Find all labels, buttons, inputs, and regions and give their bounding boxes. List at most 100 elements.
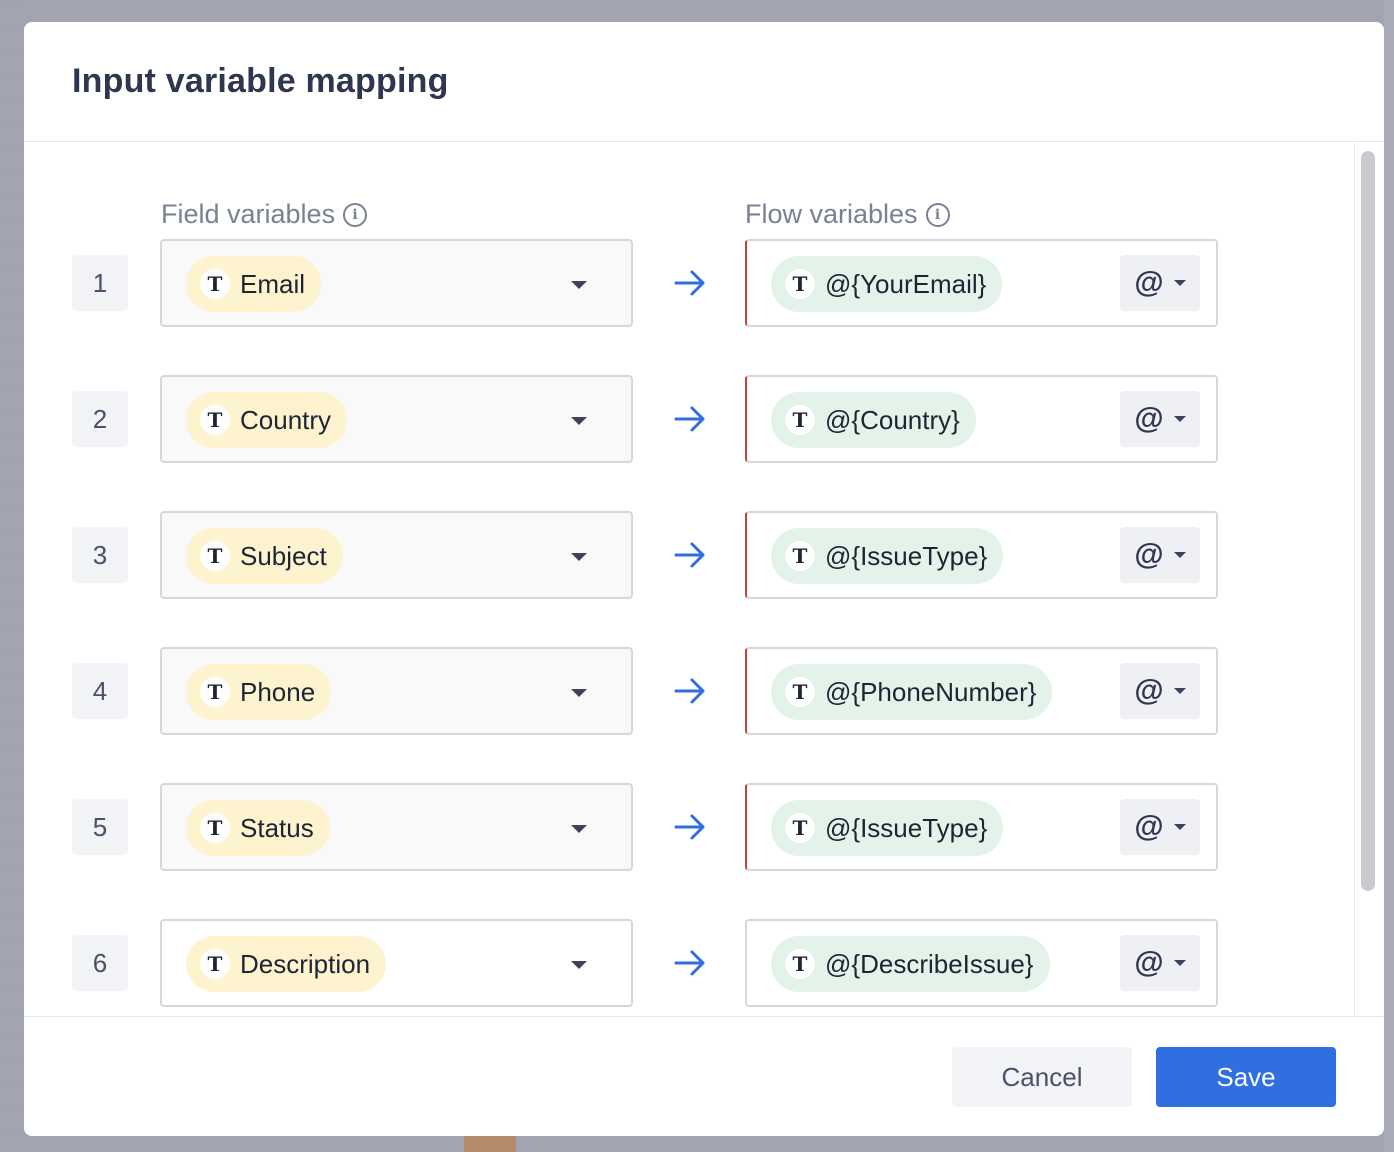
at-icon: @ bbox=[1134, 674, 1164, 707]
mapping-row-5: 5 T Status T @{IssueType} @ bbox=[24, 783, 1354, 871]
field-variable-label: Subject bbox=[240, 540, 327, 571]
background-node bbox=[464, 1136, 516, 1152]
text-type-icon: T bbox=[785, 269, 815, 299]
text-type-icon: T bbox=[200, 405, 230, 435]
mapping-row-2: 2 T Country T @{Country} @ bbox=[24, 375, 1354, 463]
dialog-header: Input variable mapping bbox=[24, 22, 1384, 142]
input-variable-mapping-dialog: Input variable mapping Field variables i… bbox=[24, 22, 1384, 1136]
field-variable-label: Description bbox=[240, 948, 371, 979]
field-variable-select[interactable]: T Country bbox=[160, 375, 633, 463]
field-variable-select[interactable]: T Email bbox=[160, 239, 633, 327]
field-variable-label: Country bbox=[240, 404, 332, 435]
row-number: 1 bbox=[72, 255, 128, 311]
arrow-right-icon bbox=[674, 678, 705, 704]
text-type-icon: T bbox=[200, 949, 230, 979]
field-variable-select[interactable]: T Status bbox=[160, 783, 633, 871]
flow-variables-header: Flow variables i bbox=[745, 199, 950, 230]
flow-variable-label: @{Country} bbox=[825, 404, 960, 435]
arrow-right-icon bbox=[674, 814, 705, 840]
flow-variable-input[interactable]: T @{Country} @ bbox=[745, 375, 1218, 463]
mapping-row-4: 4 T Phone T @{PhoneNumber} @ bbox=[24, 647, 1354, 735]
field-variable-chip: T Country bbox=[186, 392, 348, 448]
chevron-down-icon bbox=[1173, 416, 1186, 422]
flow-variable-input[interactable]: T @{PhoneNumber} @ bbox=[745, 647, 1218, 735]
field-variables-info-icon[interactable]: i bbox=[343, 202, 368, 227]
flow-variables-label: Flow variables bbox=[745, 199, 918, 229]
row-number: 3 bbox=[72, 527, 128, 583]
flow-variable-label: @{IssueType} bbox=[825, 812, 988, 843]
field-variable-label: Email bbox=[240, 268, 306, 299]
save-button[interactable]: Save bbox=[1156, 1047, 1336, 1107]
flow-variable-input[interactable]: T @{IssueType} @ bbox=[745, 783, 1218, 871]
flow-variable-chip: T @{YourEmail} bbox=[771, 256, 1003, 312]
field-variable-label: Status bbox=[240, 812, 314, 843]
field-variable-chip: T Description bbox=[186, 936, 387, 992]
chevron-down-icon bbox=[1173, 960, 1186, 966]
background-panel-edge bbox=[1384, 0, 1394, 1152]
text-type-icon: T bbox=[200, 541, 230, 571]
chevron-down-icon bbox=[1173, 824, 1186, 830]
chevron-down-icon[interactable] bbox=[571, 281, 587, 289]
flow-variable-chip: T @{Country} bbox=[771, 392, 976, 448]
insert-variable-button[interactable]: @ bbox=[1120, 391, 1200, 447]
text-type-icon: T bbox=[200, 269, 230, 299]
chevron-down-icon[interactable] bbox=[571, 417, 587, 425]
chevron-down-icon[interactable] bbox=[571, 825, 587, 833]
chevron-down-icon[interactable] bbox=[571, 961, 587, 969]
text-type-icon: T bbox=[785, 813, 815, 843]
dialog-body: Field variables i Flow variables i 1 T E… bbox=[24, 143, 1384, 1016]
mapping-row-6: 6 T Description T @{DescribeIssue} @ bbox=[24, 919, 1354, 1007]
at-icon: @ bbox=[1134, 810, 1164, 843]
field-variable-select[interactable]: T Phone bbox=[160, 647, 633, 735]
row-number: 2 bbox=[72, 391, 128, 447]
field-variable-chip: T Email bbox=[186, 256, 322, 312]
arrow-right-icon bbox=[674, 950, 705, 976]
flow-variable-label: @{YourEmail} bbox=[825, 268, 987, 299]
flow-variable-label: @{IssueType} bbox=[825, 540, 988, 571]
field-variable-chip: T Subject bbox=[186, 528, 343, 584]
flow-variable-chip: T @{PhoneNumber} bbox=[771, 664, 1053, 720]
at-icon: @ bbox=[1134, 946, 1164, 979]
insert-variable-button[interactable]: @ bbox=[1120, 527, 1200, 583]
flow-variable-input[interactable]: T @{YourEmail} @ bbox=[745, 239, 1218, 327]
scrollbar-thumb[interactable] bbox=[1361, 151, 1375, 891]
chevron-down-icon bbox=[1173, 688, 1186, 694]
field-variable-chip: T Status bbox=[186, 800, 330, 856]
flow-variable-chip: T @{IssueType} bbox=[771, 528, 1004, 584]
field-variables-label: Field variables bbox=[161, 199, 336, 229]
row-number: 5 bbox=[72, 799, 128, 855]
chevron-down-icon[interactable] bbox=[571, 689, 587, 697]
at-icon: @ bbox=[1134, 266, 1164, 299]
flow-variable-input[interactable]: T @{DescribeIssue} @ bbox=[745, 919, 1218, 1007]
flow-variable-label: @{PhoneNumber} bbox=[825, 676, 1037, 707]
text-type-icon: T bbox=[785, 405, 815, 435]
mapping-row-3: 3 T Subject T @{IssueType} @ bbox=[24, 511, 1354, 599]
insert-variable-button[interactable]: @ bbox=[1120, 663, 1200, 719]
cancel-button[interactable]: Cancel bbox=[952, 1047, 1132, 1107]
dialog-footer: Cancel Save bbox=[24, 1016, 1384, 1136]
flow-variable-chip: T @{IssueType} bbox=[771, 800, 1004, 856]
background-canvas-grid bbox=[0, 0, 24, 1152]
flow-variable-chip: T @{DescribeIssue} bbox=[771, 936, 1050, 992]
text-type-icon: T bbox=[200, 677, 230, 707]
insert-variable-button[interactable]: @ bbox=[1120, 799, 1200, 855]
flow-variable-label: @{DescribeIssue} bbox=[825, 948, 1034, 979]
field-variable-select[interactable]: T Description bbox=[160, 919, 633, 1007]
chevron-down-icon bbox=[1173, 552, 1186, 558]
field-variable-chip: T Phone bbox=[186, 664, 332, 720]
flow-variables-info-icon[interactable]: i bbox=[925, 202, 950, 227]
dialog-title: Input variable mapping bbox=[72, 62, 449, 100]
text-type-icon: T bbox=[200, 813, 230, 843]
row-number: 4 bbox=[72, 663, 128, 719]
text-type-icon: T bbox=[785, 541, 815, 571]
field-variable-select[interactable]: T Subject bbox=[160, 511, 633, 599]
insert-variable-button[interactable]: @ bbox=[1120, 255, 1200, 311]
row-number: 6 bbox=[72, 935, 128, 991]
flow-variable-input[interactable]: T @{IssueType} @ bbox=[745, 511, 1218, 599]
insert-variable-button[interactable]: @ bbox=[1120, 935, 1200, 991]
chevron-down-icon[interactable] bbox=[571, 553, 587, 561]
at-icon: @ bbox=[1134, 402, 1164, 435]
field-variable-label: Phone bbox=[240, 676, 316, 707]
arrow-right-icon bbox=[674, 542, 705, 568]
mapping-row-1: 1 T Email T @{YourEmail} @ bbox=[24, 239, 1354, 327]
